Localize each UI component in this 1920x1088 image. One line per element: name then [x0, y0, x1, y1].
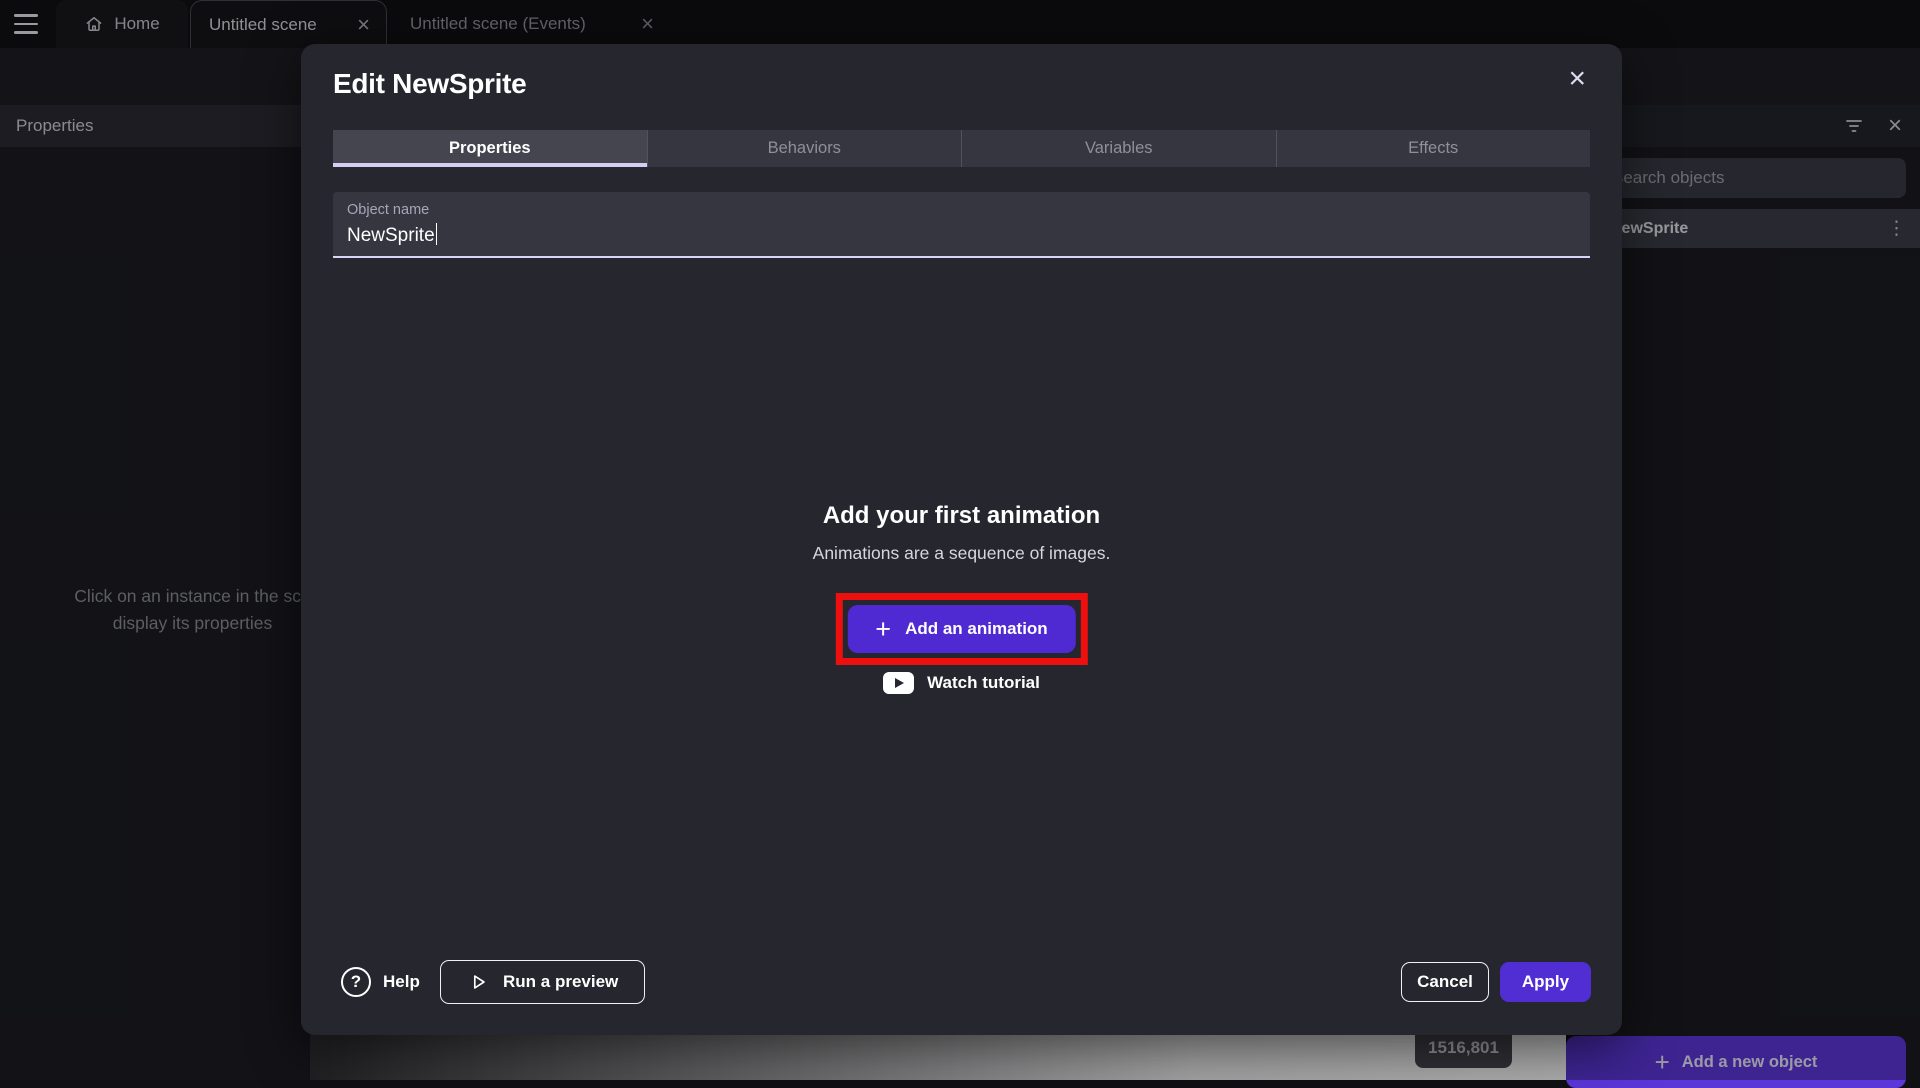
dialog-title: Edit NewSprite: [333, 68, 526, 100]
add-animation-button[interactable]: + Add an animation: [847, 605, 1075, 653]
annotation-highlight-box: + Add an animation: [835, 593, 1087, 665]
object-name-field[interactable]: Object name NewSprite: [333, 192, 1590, 258]
question-mark-icon: ?: [341, 967, 371, 997]
plus-icon: +: [875, 616, 891, 643]
run-preview-button[interactable]: Run a preview: [440, 960, 645, 1004]
watch-tutorial-link[interactable]: Watch tutorial: [301, 672, 1622, 694]
apply-button[interactable]: Apply: [1500, 962, 1591, 1002]
tab-properties[interactable]: Properties: [333, 130, 647, 167]
empty-state-heading: Add your first animation: [301, 502, 1622, 530]
play-icon: [467, 971, 489, 993]
help-label: Help: [383, 972, 420, 992]
text-caret: [436, 223, 438, 245]
close-dialog-icon[interactable]: ×: [1568, 64, 1586, 94]
tab-behaviors[interactable]: Behaviors: [647, 130, 962, 167]
tab-effects[interactable]: Effects: [1276, 130, 1591, 167]
cancel-button[interactable]: Cancel: [1401, 962, 1489, 1002]
empty-state-subtitle: Animations are a sequence of images.: [301, 543, 1622, 564]
youtube-play-icon: [883, 672, 914, 694]
add-animation-label: Add an animation: [905, 619, 1048, 639]
help-button[interactable]: ? Help: [341, 960, 420, 1004]
dialog-tabs: Properties Behaviors Variables Effects: [333, 130, 1590, 167]
watch-tutorial-label: Watch tutorial: [927, 673, 1040, 693]
edit-object-dialog: Edit NewSprite × Properties Behaviors Va…: [301, 44, 1622, 1035]
object-name-field-label: Object name: [347, 202, 429, 218]
tab-variables[interactable]: Variables: [961, 130, 1276, 167]
dialog-footer: ? Help Run a preview Cancel Apply: [301, 960, 1622, 1004]
run-preview-label: Run a preview: [503, 972, 618, 992]
object-name-field-value[interactable]: NewSprite: [347, 223, 437, 247]
